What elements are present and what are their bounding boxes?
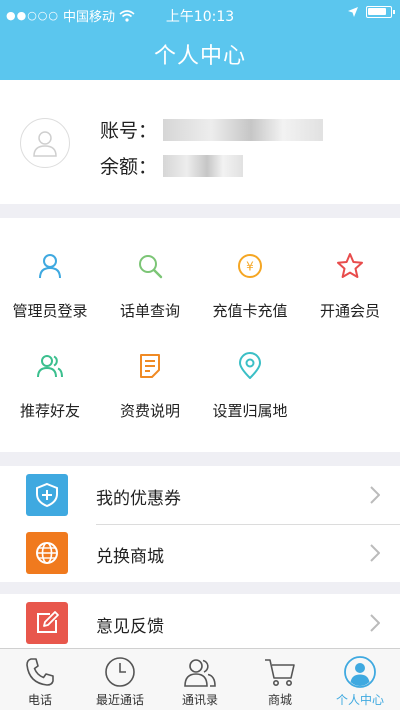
- chevron-right-icon: [370, 486, 380, 504]
- account-value-redacted: [163, 118, 324, 141]
- friends-icon: [37, 355, 63, 378]
- coupon-shield-icon: [26, 474, 68, 516]
- account-row: 账号：: [100, 116, 324, 143]
- tab-label: 通讯录: [181, 693, 218, 707]
- list-group-2: 意见反馈: [0, 594, 400, 648]
- tab-label: 商城: [267, 693, 292, 707]
- admin-user-icon: [39, 254, 61, 279]
- grid-item-admin-login[interactable]: 管理员登录: [0, 218, 100, 320]
- tab-label: 最近通话: [95, 693, 144, 707]
- clock-icon: [105, 657, 135, 687]
- yuan-coin-icon: ¥: [238, 254, 262, 278]
- list-group-1: 我的优惠券 兑换商城: [0, 466, 400, 582]
- status-time: 上午10:13: [165, 9, 235, 25]
- grid-item-label: 推荐好友: [19, 402, 80, 420]
- list-item-my-coupons[interactable]: 我的优惠券: [0, 466, 400, 524]
- balance-value-redacted: [163, 154, 244, 177]
- document-icon: [140, 354, 160, 378]
- grid-item-label: 设置归属地: [212, 402, 288, 420]
- list-item-exchange-mall[interactable]: 兑换商城: [0, 524, 400, 582]
- edit-feedback-icon: [26, 602, 68, 644]
- chevron-right-icon: [370, 614, 380, 632]
- grid-item-set-region[interactable]: 设置归属地: [200, 318, 300, 420]
- tab-recent-calls[interactable]: 最近通话: [80, 649, 160, 710]
- page-title: 个人中心: [153, 44, 246, 69]
- account-label: 账号：: [100, 120, 158, 142]
- svg-text:¥: ¥: [246, 260, 254, 274]
- grid-item-card-recharge[interactable]: ¥ 充值卡充值: [200, 218, 300, 320]
- tab-label: 电话: [27, 693, 52, 707]
- profile-icon: [344, 656, 376, 688]
- tab-phone[interactable]: 电话: [0, 649, 80, 710]
- grid-item-label: 开通会员: [319, 302, 380, 320]
- location-pin-icon: [239, 352, 261, 379]
- cart-icon: [265, 659, 295, 686]
- location-arrow-icon: [348, 7, 358, 17]
- search-icon: [139, 255, 163, 279]
- chevron-right-icon: [370, 544, 380, 562]
- avatar[interactable]: [20, 118, 70, 168]
- grid-item-membership[interactable]: 开通会员: [300, 218, 400, 320]
- status-bar-right: [348, 6, 395, 18]
- function-grid: 管理员登录 话单查询 ¥ 充值卡充值 开通会员 推荐好友 资费说明 设置归属地: [0, 218, 400, 452]
- list-item-label: 兑换商城: [96, 547, 164, 567]
- status-bar: ●●○○○ 中国移动 上午10:13: [0, 0, 400, 28]
- phone-icon: [26, 658, 54, 686]
- grid-item-call-records[interactable]: 话单查询: [100, 218, 200, 320]
- nav-bar: 个人中心: [0, 28, 400, 80]
- grid-item-tariff-info[interactable]: 资费说明: [100, 318, 200, 420]
- grid-item-label: 资费说明: [119, 402, 180, 420]
- tab-contacts[interactable]: 通讯录: [160, 649, 240, 710]
- grid-item-recommend-friends[interactable]: 推荐好友: [0, 318, 100, 420]
- list-item-label: 我的优惠券: [96, 489, 181, 509]
- globe-icon: [26, 532, 68, 574]
- tab-label: 个人中心: [335, 693, 384, 707]
- contacts-icon: [184, 659, 216, 687]
- star-icon: [337, 253, 363, 278]
- bottom-tab-bar: 电话 最近通话 通讯录 商城 个人中心: [0, 648, 400, 710]
- battery-icon: [366, 6, 395, 18]
- list-item-label: 意见反馈: [96, 617, 164, 637]
- tab-mall[interactable]: 商城: [240, 649, 320, 710]
- list-item-feedback[interactable]: 意见反馈: [0, 594, 400, 648]
- default-avatar-icon: [33, 131, 57, 157]
- balance-label: 余额：: [100, 156, 158, 178]
- balance-row: 余额：: [100, 152, 244, 179]
- profile-card[interactable]: 账号： 余额：: [0, 80, 400, 204]
- tab-personal-center[interactable]: 个人中心: [320, 649, 400, 710]
